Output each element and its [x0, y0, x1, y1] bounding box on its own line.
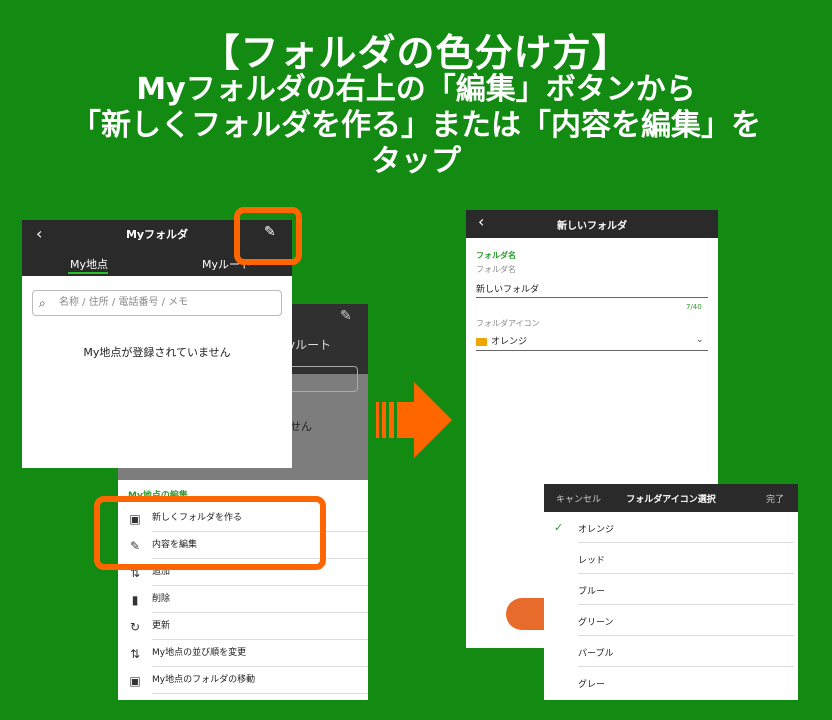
search-input[interactable]: ⌕ 名称 / 住所 / 電話番号 / メモ — [32, 290, 282, 316]
search-placeholder: 名称 / 住所 / 電話番号 / メモ — [59, 297, 189, 308]
menu-item-label: 削除 — [152, 586, 368, 613]
checkmark-icon: ✓ — [554, 521, 564, 534]
chevron-down-icon: ⌄ — [696, 335, 704, 345]
option-label: レッド — [578, 556, 606, 566]
folder-name-label: フォルダ名 — [476, 265, 516, 274]
tab-myroute-fragment[interactable]: yルート — [288, 336, 331, 353]
tab-my-points[interactable]: My地点 — [70, 256, 108, 272]
banner-line-1: Myフォルダの右上の「編集」ボタンから — [136, 72, 696, 107]
folder-name-field[interactable]: 新しいフォルダ — [476, 282, 539, 295]
folder-move-icon: ▣ — [129, 673, 141, 688]
menu-item-label: My地点のフォルダの移動 — [152, 667, 368, 694]
option-label: グリーン — [578, 618, 614, 628]
pencil-icon[interactable]: ✎ — [340, 308, 352, 324]
empty-message-fragment: せん — [290, 420, 312, 433]
picker-title: フォルダアイコン選択 — [626, 495, 716, 505]
banner-line-2: 「新しくフォルダを作る」または「内容を編集」を — [71, 108, 761, 143]
menu-item-refresh[interactable]: ↻ 更新 — [118, 613, 368, 640]
highlight-menu-items — [94, 496, 326, 570]
section-folder-name: フォルダ名 — [476, 251, 516, 260]
folder-icon — [476, 337, 487, 346]
icon-picker-sheet: キャンセル フォルダアイコン選択 完了 ✓ オレンジ レッド ブルー グリーン … — [544, 484, 798, 700]
option-blue[interactable]: ブルー — [544, 574, 798, 605]
menu-item-delete[interactable]: ▮ 削除 — [118, 586, 368, 613]
folder-icon-label: フォルダアイコン — [476, 319, 540, 328]
refresh-icon: ↻ — [129, 619, 141, 634]
banner-line-3: タップ — [371, 144, 461, 179]
search-icon: ⌕ — [39, 296, 46, 310]
field-underline — [476, 350, 708, 351]
done-button[interactable]: 完了 — [766, 492, 784, 505]
option-label: パープル — [578, 649, 614, 659]
menu-item-sort[interactable]: ⇅ My地点の並び順を変更 — [118, 640, 368, 667]
picker-header: キャンセル フォルダアイコン選択 完了 — [544, 484, 798, 512]
char-counter: 7/40 — [686, 303, 702, 311]
menu-item-label: My地点の並び順を変更 — [152, 640, 368, 667]
option-label: オレンジ — [578, 525, 615, 535]
option-purple[interactable]: パープル — [544, 636, 798, 667]
field-underline — [476, 297, 708, 298]
tab-indicator — [68, 272, 108, 274]
option-orange[interactable]: ✓ オレンジ — [544, 512, 798, 543]
banner-instructions: Myフォルダの右上の「編集」ボタンから 「新しくフォルダを作る」または「内容を編… — [0, 72, 832, 180]
option-green[interactable]: グリーン — [544, 605, 798, 636]
menu-item-move-folder[interactable]: ▣ My地点のフォルダの移動 — [118, 667, 368, 694]
arrow-right-icon — [376, 382, 452, 458]
trash-icon: ▮ — [131, 592, 139, 607]
empty-message: My地点が登録されていません — [83, 346, 231, 359]
option-red[interactable]: レッド — [544, 543, 798, 574]
option-gray[interactable]: グレー — [544, 667, 798, 698]
option-label: ブルー — [578, 587, 606, 597]
sort-icon: ⇅ — [129, 646, 141, 661]
menu-item-label: 更新 — [152, 613, 368, 640]
option-label: グレー — [578, 680, 606, 690]
highlight-edit-button — [234, 207, 302, 265]
folder-icon-select[interactable]: オレンジ — [476, 334, 527, 347]
screen-title: 新しいフォルダ — [557, 221, 627, 232]
folder-icon-value: オレンジ — [491, 337, 528, 347]
header-bar: ‹ 新しいフォルダ — [466, 210, 718, 238]
banner-title: 【フォルダの色分け方】 — [201, 31, 631, 75]
